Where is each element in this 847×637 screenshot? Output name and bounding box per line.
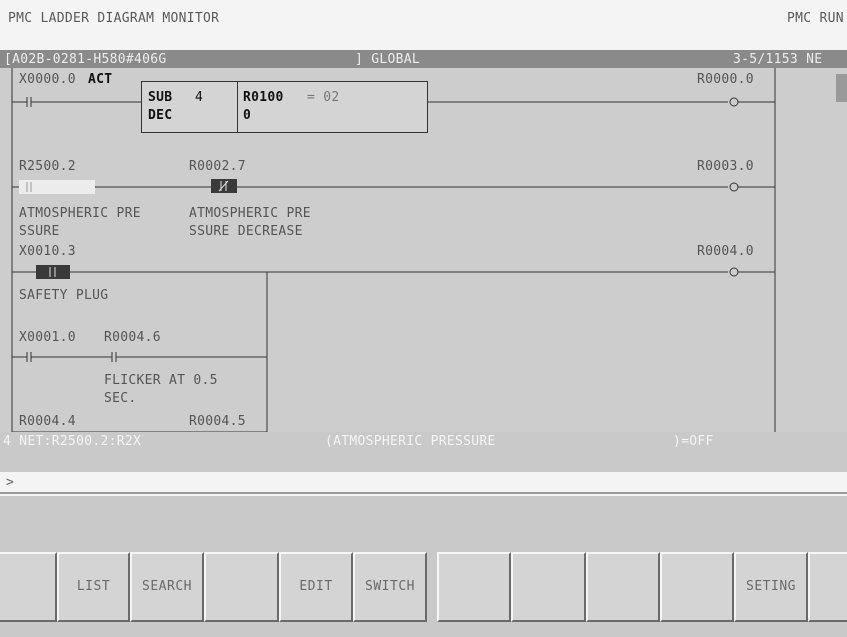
contact-address: R0004.4 — [19, 414, 76, 429]
contact-comment: ATMOSPHERIC PRE — [19, 206, 141, 221]
softkey-list[interactable]: LIST — [57, 552, 130, 622]
softkey-return[interactable] — [0, 552, 57, 622]
program-id: [A02B-0281-H580#406G — [4, 52, 167, 67]
function-block-sub4[interactable]: SUB 4 DEC R0100 = 02 0 — [141, 81, 428, 133]
softkey-blank-3[interactable] — [511, 552, 586, 622]
softkey-search[interactable]: SEARCH — [130, 552, 204, 622]
softkey-blank-2[interactable] — [437, 552, 511, 622]
function-name: SUB — [148, 90, 173, 105]
contact-address: R0004.6 — [104, 330, 161, 345]
contact-tag: ACT — [88, 72, 113, 87]
contact-address: X0000.0 — [19, 72, 76, 87]
contact-comment: SSURE DECREASE — [189, 224, 303, 239]
header-bar: [A02B-0281-H580#406G ] GLOBAL 3-5/1153 N… — [0, 50, 847, 68]
nc-contact-symbol — [218, 180, 229, 192]
pmc-run-status: PMC RUN — [787, 11, 844, 26]
function-param1: R0100 — [243, 90, 284, 105]
contact-comment: SSURE — [19, 224, 60, 239]
contact-comment: SAFETY PLUG — [19, 288, 109, 303]
net-position: 3-5/1153 NE — [733, 52, 823, 67]
softkey-blank-5[interactable] — [660, 552, 734, 622]
softkey-blank-1[interactable] — [204, 552, 279, 622]
contact-comment: SEC. — [104, 391, 137, 406]
signal-state: )=OFF — [673, 434, 714, 449]
softkey-switch[interactable]: SWITCH — [353, 552, 427, 622]
softkey-next[interactable] — [808, 552, 847, 622]
function-param2: 0 — [243, 108, 252, 123]
coil-address: R0000.0 — [697, 72, 754, 87]
contact-symbol — [49, 267, 56, 277]
function-value: = 02 — [307, 90, 340, 105]
softkey-edit[interactable]: EDIT — [279, 552, 353, 622]
key-input-line[interactable]: > — [0, 472, 847, 494]
title-bar: PMC LADDER DIAGRAM MONITOR PMC RUN — [0, 0, 847, 50]
contact-comment: FLICKER AT 0.5 — [104, 373, 218, 388]
softkey-setting[interactable]: SETING — [734, 552, 808, 622]
coil-address: R0003.0 — [697, 159, 754, 174]
function-number: 4 — [195, 90, 204, 105]
contact-address: R0002.7 — [189, 159, 246, 174]
input-prompt: > — [6, 475, 15, 490]
ladder-diagram[interactable]: X0000.0 ACT SUB 4 DEC R0100 = 02 0 R0000… — [0, 68, 847, 432]
contact-address: R0004.5 — [189, 414, 246, 429]
coil-address: R0004.0 — [697, 244, 754, 259]
softkey-bar: LIST SEARCH EDIT SWITCH SETING — [0, 496, 847, 637]
scope-label: ] GLOBAL — [355, 52, 421, 67]
contact-symbol — [26, 182, 32, 192]
contact-address: X0001.0 — [19, 330, 76, 345]
signal-comment: (ATMOSPHERIC PRESSURE — [325, 434, 496, 449]
contact-comment: ATMOSPHERIC PRE — [189, 206, 311, 221]
softkey-blank-4[interactable] — [586, 552, 660, 622]
contact-address: R2500.2 — [19, 159, 76, 174]
screen-title: PMC LADDER DIAGRAM MONITOR — [8, 11, 220, 26]
net-info: 4 NET:R2500.2:R2X — [3, 434, 142, 449]
status-line: 4 NET:R2500.2:R2X (ATMOSPHERIC PRESSURE … — [0, 432, 847, 472]
contact-address: X0010.3 — [19, 244, 76, 259]
scroll-indicator[interactable] — [836, 74, 847, 102]
function-mode: DEC — [148, 108, 173, 123]
